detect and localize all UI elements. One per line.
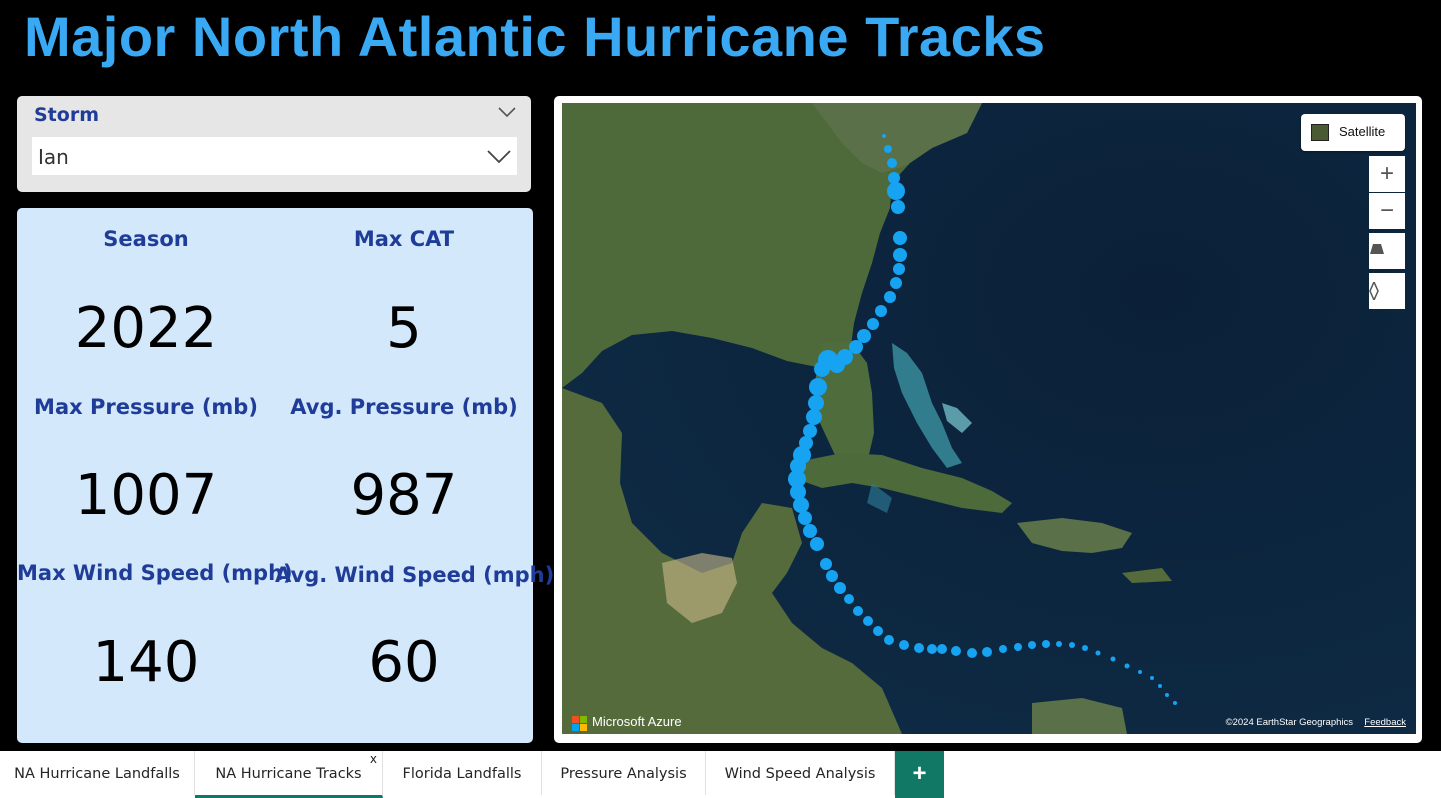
map-provider-label: Microsoft Azure — [592, 714, 682, 729]
tab-na-hurricane-tracks[interactable]: NA Hurricane Tracks x — [195, 751, 383, 798]
season-label: Season — [103, 227, 189, 251]
max-wind-value: 140 — [92, 630, 200, 695]
compass-button[interactable] — [1369, 273, 1405, 309]
max-cat-value: 5 — [386, 296, 422, 361]
add-page-button[interactable]: + — [895, 751, 944, 798]
map-copyright: ©2024 EarthStar Geographics — [1225, 717, 1353, 728]
map-visual: Satellite + − Microsoft Azure ©2024 Eart… — [554, 96, 1422, 743]
chevron-down-icon[interactable] — [497, 104, 517, 120]
max-pressure-label: Max Pressure (mb) — [34, 395, 258, 419]
slicer-label: Storm — [34, 104, 99, 126]
tab-label: Pressure Analysis — [560, 766, 687, 782]
map-background — [562, 103, 1416, 734]
tab-na-hurricane-landfalls[interactable]: NA Hurricane Landfalls — [0, 751, 195, 795]
storm-slicer: Storm Ian — [17, 96, 531, 192]
map-style-button[interactable]: Satellite — [1301, 114, 1405, 151]
avg-pressure-label: Avg. Pressure (mb) — [290, 395, 518, 419]
avg-wind-value: 60 — [368, 630, 440, 695]
zoom-out-button[interactable]: − — [1369, 193, 1405, 229]
satellite-thumbnail-icon — [1311, 124, 1329, 141]
storm-dropdown[interactable]: Ian — [32, 137, 517, 175]
max-wind-label: Max Wind Speed (mph) — [17, 561, 293, 585]
pitch-icon — [1370, 244, 1384, 254]
season-value: 2022 — [74, 296, 218, 361]
tab-florida-landfalls[interactable]: Florida Landfalls — [383, 751, 542, 795]
page-tabs: NA Hurricane Landfalls NA Hurricane Trac… — [0, 751, 1441, 798]
compass-icon — [1369, 282, 1379, 300]
tab-label: Wind Speed Analysis — [724, 766, 876, 782]
avg-pressure-value: 987 — [350, 463, 458, 528]
map-style-label: Satellite — [1339, 124, 1386, 139]
map-canvas[interactable]: Satellite + − Microsoft Azure ©2024 Eart… — [562, 103, 1416, 734]
pitch-button[interactable] — [1369, 233, 1405, 269]
tab-label: Florida Landfalls — [402, 766, 522, 782]
storm-dropdown-value: Ian — [38, 145, 69, 169]
tab-label: NA Hurricane Tracks — [215, 766, 362, 782]
chevron-down-icon — [487, 150, 511, 164]
kpi-card: Season Max CAT 2022 5 Max Pressure (mb) … — [17, 208, 555, 743]
avg-wind-label: Avg. Wind Speed (mph) — [275, 563, 555, 587]
zoom-in-button[interactable]: + — [1369, 156, 1405, 192]
close-icon[interactable]: x — [370, 736, 377, 782]
tab-label: NA Hurricane Landfalls — [14, 766, 180, 782]
page-title: Major North Atlantic Hurricane Tracks — [24, 5, 1046, 68]
microsoft-logo-icon — [572, 716, 587, 731]
tab-pressure-analysis[interactable]: Pressure Analysis — [542, 751, 706, 795]
feedback-link[interactable]: Feedback — [1364, 717, 1406, 728]
max-pressure-value: 1007 — [74, 463, 218, 528]
max-cat-label: Max CAT — [353, 227, 455, 251]
tab-wind-speed-analysis[interactable]: Wind Speed Analysis — [706, 751, 895, 795]
